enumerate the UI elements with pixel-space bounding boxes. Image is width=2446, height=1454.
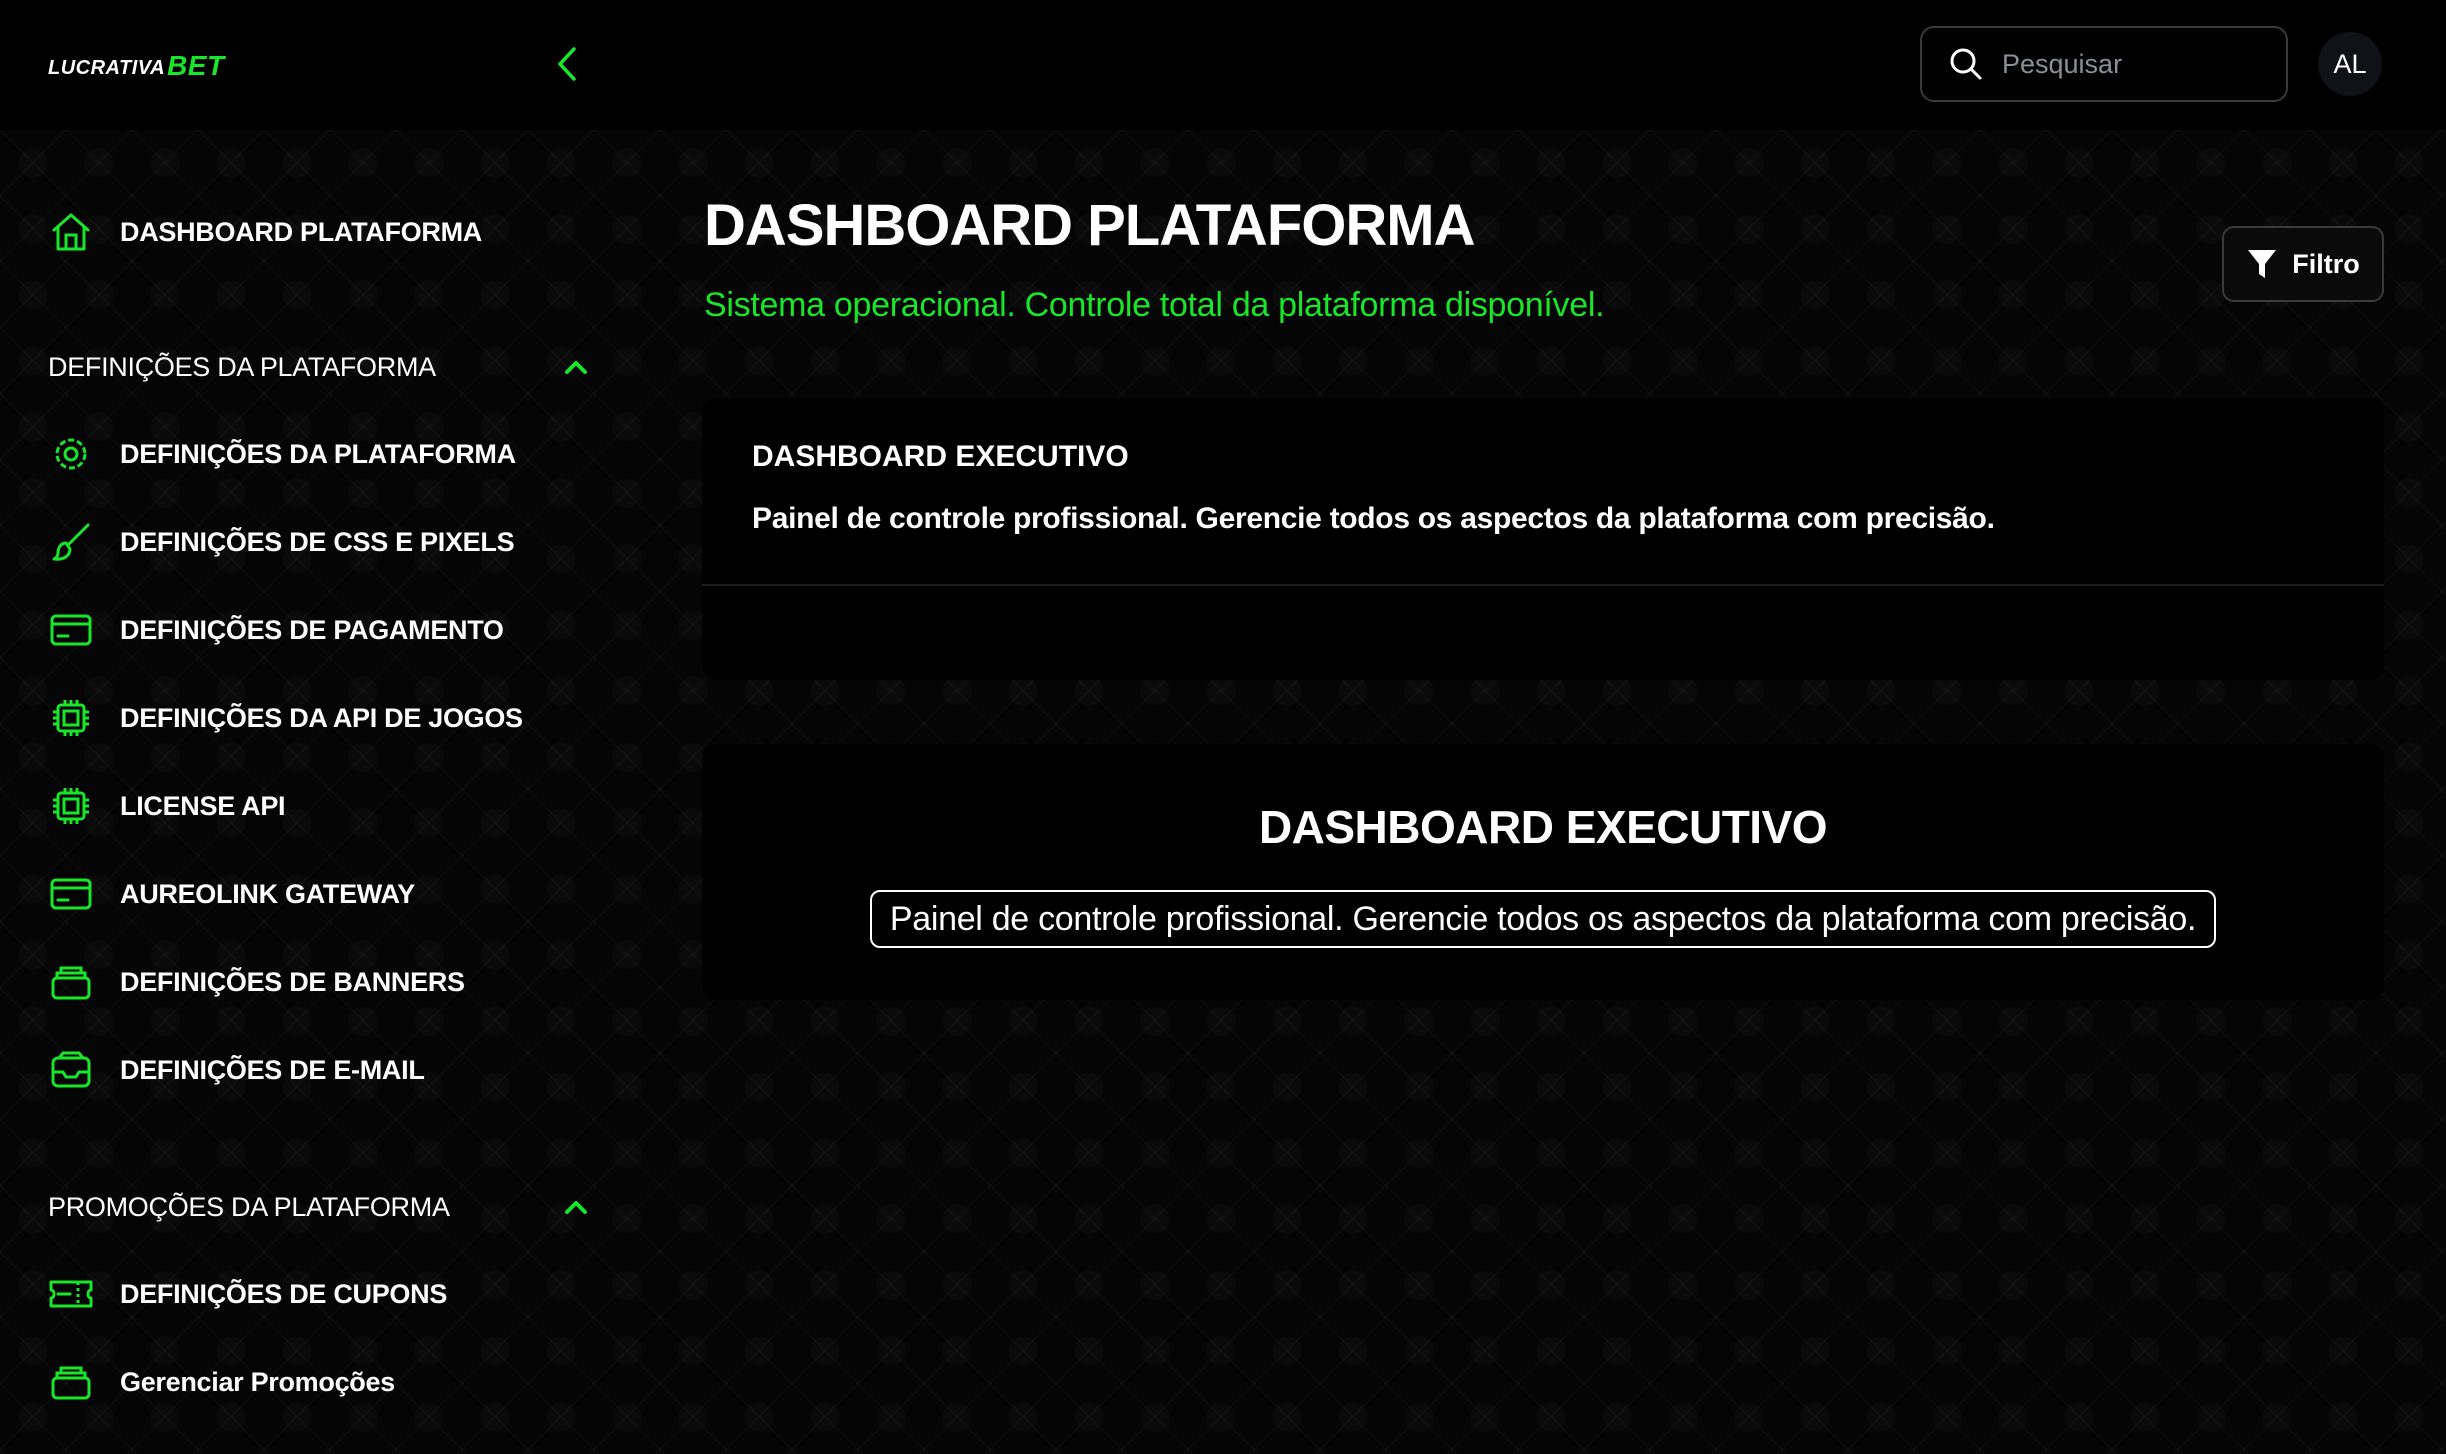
search-input[interactable] bbox=[2002, 48, 2262, 80]
sidebar-item-label: DEFINIÇÕES DE BANNERS bbox=[120, 966, 465, 997]
home-icon bbox=[48, 209, 94, 255]
sidebar-item-cupons[interactable]: DEFINIÇÕES DE CUPONS bbox=[48, 1264, 608, 1324]
app-root: LUCRATIVABET AL DASHBOARD PLATAFORMA DEF… bbox=[0, 0, 2446, 1454]
section-header-definicoes[interactable]: DEFINIÇÕES DA PLATAFORMA bbox=[48, 342, 588, 392]
user-avatar[interactable]: AL bbox=[2318, 32, 2382, 96]
sidebar: DASHBOARD PLATAFORMA DEFINIÇÕES DA PLATA… bbox=[0, 130, 640, 1454]
card-description: Painel de controle profissional. Gerenci… bbox=[752, 502, 1995, 535]
sidebar-item-label: DEFINIÇÕES DE E-MAIL bbox=[120, 1054, 425, 1085]
top-bar: LUCRATIVABET AL bbox=[0, 0, 2446, 130]
filter-label: Filtro bbox=[2292, 248, 2360, 279]
logo[interactable]: LUCRATIVA BET bbox=[48, 52, 225, 80]
search-box[interactable] bbox=[1920, 26, 2288, 102]
sidebar-item-label: LICENSE API bbox=[120, 790, 286, 821]
sidebar-item-label: DEFINIÇÕES DA API DE JOGOS bbox=[120, 702, 523, 733]
sidebar-item-label: DEFINIÇÕES DE CSS E PIXELS bbox=[120, 526, 515, 557]
sidebar-item-email[interactable]: DEFINIÇÕES DE E-MAIL bbox=[48, 1040, 608, 1100]
section-header-promocoes[interactable]: PROMOÇÕES DA PLATAFORMA bbox=[48, 1182, 588, 1232]
page-subtitle: Sistema operacional. Controle total da p… bbox=[704, 286, 1605, 324]
hero-description: Painel de controle profissional. Gerenci… bbox=[870, 890, 2216, 948]
sidebar-item-label: DASHBOARD PLATAFORMA bbox=[120, 216, 482, 247]
section-title: DEFINIÇÕES DA PLATAFORMA bbox=[48, 351, 436, 382]
layers-icon bbox=[48, 1359, 94, 1405]
sidebar-item-dashboard[interactable]: DASHBOARD PLATAFORMA bbox=[48, 202, 608, 262]
sidebar-item-license-api[interactable]: LICENSE API bbox=[48, 776, 608, 836]
chevron-left-icon bbox=[558, 47, 576, 81]
credit-card-icon bbox=[48, 871, 94, 917]
chip-icon bbox=[48, 695, 94, 741]
chevron-up-icon bbox=[565, 1201, 587, 1214]
sidebar-item-label: DEFINIÇÕES DE PAGAMENTO bbox=[120, 614, 504, 645]
card-title: DASHBOARD EXECUTIVO bbox=[752, 440, 1129, 473]
executive-dashboard-card: DASHBOARD EXECUTIVO Painel de controle p… bbox=[702, 398, 2384, 680]
sidebar-item-aureolink[interactable]: AUREOLINK GATEWAY bbox=[48, 864, 608, 924]
sidebar-item-label: Gerenciar Promoções bbox=[120, 1366, 395, 1397]
sidebar-item-api-jogos[interactable]: DEFINIÇÕES DA API DE JOGOS bbox=[48, 688, 608, 748]
page-title: DASHBOARD PLATAFORMA bbox=[704, 193, 1475, 258]
layers-icon bbox=[48, 959, 94, 1005]
logo-text: LUCRATIVA bbox=[48, 57, 166, 79]
credit-card-icon bbox=[48, 607, 94, 653]
chevron-up-icon bbox=[565, 361, 587, 374]
sidebar-item-label: DEFINIÇÕES DA PLATAFORMA bbox=[120, 438, 516, 469]
sidebar-item-banners[interactable]: DEFINIÇÕES DE BANNERS bbox=[48, 952, 608, 1012]
collapse-sidebar-button[interactable] bbox=[552, 44, 582, 84]
card-divider bbox=[702, 584, 2384, 586]
sidebar-item-label: DEFINIÇÕES DE CUPONS bbox=[120, 1278, 448, 1309]
sidebar-item-definicoes-plataforma[interactable]: DEFINIÇÕES DA PLATAFORMA bbox=[48, 424, 608, 484]
ticket-icon bbox=[48, 1271, 94, 1317]
section-title: PROMOÇÕES DA PLATAFORMA bbox=[48, 1191, 450, 1222]
filter-button[interactable]: Filtro bbox=[2222, 226, 2384, 302]
search-icon bbox=[1950, 48, 1982, 80]
filter-icon bbox=[2248, 250, 2277, 278]
sidebar-item-pagamento[interactable]: DEFINIÇÕES DE PAGAMENTO bbox=[48, 600, 608, 660]
hero-title: DASHBOARD EXECUTIVO bbox=[1258, 801, 1828, 853]
gear-icon bbox=[48, 431, 94, 477]
sidebar-item-gerenciar-promocoes[interactable]: Gerenciar Promoções bbox=[48, 1352, 608, 1412]
brush-icon bbox=[48, 519, 94, 565]
inbox-icon bbox=[48, 1047, 94, 1093]
executive-dashboard-hero: DASHBOARD EXECUTIVO Painel de controle p… bbox=[702, 744, 2384, 1000]
logo-accent: BET bbox=[167, 50, 225, 81]
chip-icon bbox=[48, 783, 94, 829]
sidebar-item-label: AUREOLINK GATEWAY bbox=[120, 878, 415, 909]
sidebar-item-css-pixels[interactable]: DEFINIÇÕES DE CSS E PIXELS bbox=[48, 512, 608, 572]
